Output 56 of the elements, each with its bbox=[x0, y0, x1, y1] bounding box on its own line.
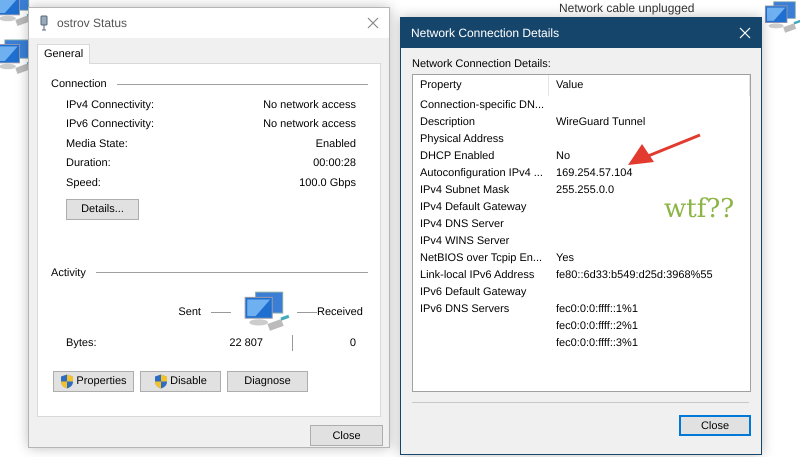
close-button[interactable]: Close bbox=[679, 415, 751, 436]
value-cell-text: No bbox=[555, 149, 572, 164]
property-cell-text: DHCP Enabled bbox=[419, 149, 496, 164]
window-title: ostrov Status bbox=[57, 16, 128, 30]
value-cell-text: 169.254.57.104 bbox=[555, 166, 634, 181]
desktop-item-label: Network cable unplugged bbox=[559, 1, 694, 15]
value-cell-text: fe80::6d33:b549:d25d:3968%55 bbox=[555, 268, 714, 283]
property-cell-text: IPv4 Default Gateway bbox=[419, 200, 528, 215]
shield-icon bbox=[60, 374, 74, 388]
shield-icon bbox=[154, 374, 168, 388]
property-cell-text: Description bbox=[419, 115, 476, 130]
field-label: Media State: bbox=[66, 138, 128, 150]
action-button[interactable]: Disable bbox=[140, 370, 221, 392]
field-value: 00:00:28 bbox=[313, 157, 356, 170]
property-cell-text: IPv6 DNS Servers bbox=[419, 302, 510, 317]
field-label: IPv6 Connectivity: bbox=[66, 118, 154, 130]
tab[interactable]: General bbox=[37, 44, 90, 64]
field-label: IPv4 Connectivity: bbox=[66, 98, 154, 111]
group-heading: Activity bbox=[51, 266, 86, 278]
sent-label: Sent bbox=[178, 306, 201, 318]
field-label: Speed: bbox=[66, 176, 101, 189]
value-cell-text: fec0:0:0:ffff::3%1 bbox=[555, 336, 639, 351]
value-cell-text: fec0:0:0:ffff::1%1 bbox=[555, 302, 639, 317]
property-cell-text: NetBIOS over Tcpip En... bbox=[419, 251, 544, 266]
property-cell-text: Link-local IPv6 Address bbox=[419, 268, 536, 283]
field-label: Duration: bbox=[66, 157, 111, 170]
value-cell-text: fec0:0:0:ffff::2%1 bbox=[555, 319, 639, 334]
property-cell-text: IPv6 Default Gateway bbox=[419, 285, 528, 300]
property-cell-text: Connection-specific DN... bbox=[419, 98, 546, 113]
property-cell-text: Physical Address bbox=[419, 132, 505, 147]
field-value: Enabled bbox=[316, 138, 356, 150]
details-button[interactable]: Details... bbox=[66, 198, 139, 220]
window-title: Network Connection Details bbox=[411, 26, 560, 40]
property-cell-text: IPv4 WINS Server bbox=[419, 234, 510, 249]
received-label: Received bbox=[317, 306, 363, 318]
caption-text: Network Connection Details: bbox=[412, 58, 552, 70]
column-header[interactable]: Property bbox=[413, 75, 549, 96]
value-cell-text: WireGuard Tunnel bbox=[555, 115, 646, 130]
value-cell-text: 255.255.0.0 bbox=[555, 183, 616, 198]
field-value: No network access bbox=[263, 98, 356, 111]
column-header[interactable]: Value bbox=[549, 75, 750, 96]
property-cell-text: IPv4 Subnet Mask bbox=[419, 183, 510, 198]
received-bytes: 0 bbox=[350, 336, 356, 348]
adapter-icon bbox=[39, 15, 49, 31]
action-button[interactable]: Properties bbox=[53, 370, 134, 392]
bytes-label: Bytes: bbox=[66, 336, 98, 348]
close-button[interactable]: Close bbox=[310, 425, 383, 446]
property-cell-text: IPv4 DNS Server bbox=[419, 217, 505, 232]
group-heading: Connection bbox=[51, 78, 107, 90]
sent-bytes: 22 807 bbox=[229, 336, 263, 348]
property-cell-text: Autoconfiguration IPv4 ... bbox=[419, 166, 544, 181]
field-value: 100.0 Gbps bbox=[299, 176, 356, 189]
action-button[interactable]: Diagnose bbox=[227, 370, 308, 392]
field-value: No network access bbox=[263, 118, 356, 130]
value-cell-text: Yes bbox=[555, 251, 575, 266]
annotation-text: wtf?? bbox=[664, 194, 734, 224]
